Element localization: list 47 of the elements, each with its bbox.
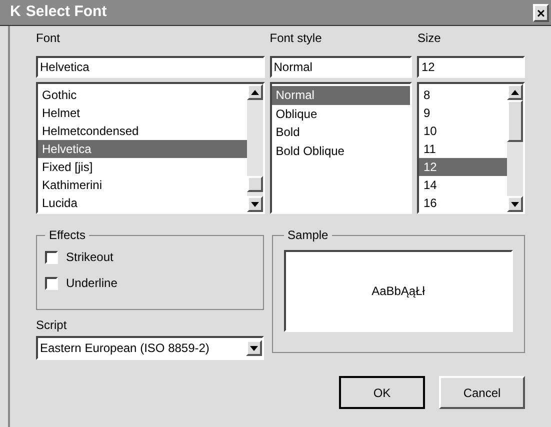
field-label: Script xyxy=(36,317,68,332)
list-item[interactable]: 16 xyxy=(419,194,507,212)
input-field[interactable]: 12 xyxy=(417,56,525,78)
scroll-down-icon[interactable] xyxy=(246,196,263,212)
group-title: Sample xyxy=(286,227,330,244)
scroll-thumb[interactable] xyxy=(507,100,523,142)
dialog-button[interactable]: Cancel xyxy=(439,376,525,409)
field-label: Font style xyxy=(270,30,323,47)
list-item[interactable]: Gothic xyxy=(38,86,247,104)
dropdown-icon[interactable] xyxy=(246,340,262,356)
scroll-down-icon[interactable] xyxy=(507,196,523,212)
list-item[interactable]: 8 xyxy=(419,86,507,104)
scrollbar[interactable] xyxy=(507,84,523,212)
list-item[interactable]: Normal xyxy=(272,86,410,104)
window-title: Select Font xyxy=(26,2,107,22)
checkbox-label[interactable]: Underline xyxy=(66,274,118,292)
list-item[interactable]: Helmetcondensed xyxy=(38,122,247,140)
checkbox[interactable] xyxy=(45,276,58,290)
list-item[interactable]: Fixed [jis] xyxy=(38,158,247,176)
app-logo: K xyxy=(10,2,21,22)
list-item[interactable]: 14 xyxy=(419,176,507,194)
list-item[interactable]: Kathimerini xyxy=(38,176,247,194)
list-item[interactable]: 12 xyxy=(419,158,507,176)
list-item[interactable]: Oblique xyxy=(272,104,410,123)
field-label: Font xyxy=(36,30,62,47)
group-title: Effects xyxy=(48,227,86,244)
list-item[interactable]: Helmet xyxy=(38,104,247,122)
scroll-up-icon[interactable] xyxy=(246,84,263,100)
input-field[interactable]: Helvetica xyxy=(36,56,265,78)
script-dropdown[interactable]: Eastern European (ISO 8859-2) xyxy=(36,336,264,360)
checkbox[interactable] xyxy=(45,250,58,264)
sample-preview: AaBbĄąŁł xyxy=(284,250,513,332)
list-item[interactable]: 9 xyxy=(419,104,507,122)
field-label: Size xyxy=(417,30,442,47)
list-item[interactable]: Helvetica xyxy=(38,140,247,158)
list-item[interactable]: Lucida xyxy=(38,194,247,212)
scrollbar[interactable] xyxy=(246,84,263,212)
dialog-button[interactable]: OK xyxy=(339,376,425,409)
checkbox-label[interactable]: Strikeout xyxy=(66,248,114,266)
input-field[interactable]: Normal xyxy=(270,56,412,78)
scroll-up-icon[interactable] xyxy=(507,84,523,100)
list-item[interactable]: 11 xyxy=(419,140,507,158)
scroll-thumb[interactable] xyxy=(246,176,263,192)
list-item[interactable]: Bold Oblique xyxy=(272,142,410,160)
list-item[interactable]: Bold xyxy=(272,123,410,142)
list-item[interactable]: 10 xyxy=(419,122,507,140)
close-button[interactable]: × xyxy=(533,4,549,22)
